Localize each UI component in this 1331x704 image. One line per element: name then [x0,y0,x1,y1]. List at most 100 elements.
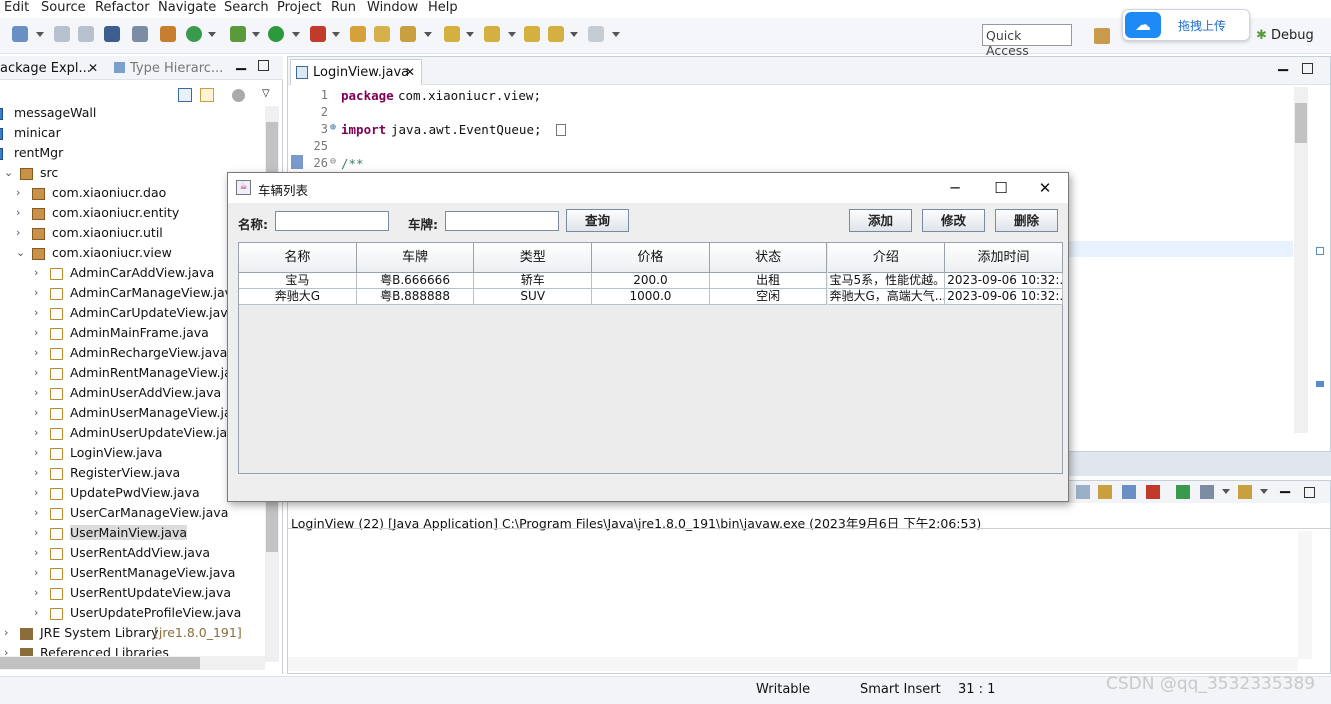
console-horizontal-scrollbar[interactable] [288,657,1298,671]
chevron-right-icon[interactable]: › [34,326,38,339]
back-dropdown-icon[interactable] [570,32,578,37]
terminal-icon[interactable] [104,26,120,42]
menu-refactor[interactable]: Refactor [95,0,150,15]
tab-type-hierarchy[interactable]: Type Hierarc... [130,61,223,76]
code-line[interactable]: 25 [288,139,1288,156]
last-edit-icon[interactable] [524,26,540,42]
maximize-icon[interactable]: ☐ [978,173,1024,203]
maximize-icon[interactable] [1304,487,1315,498]
prev-annotation-icon[interactable] [484,26,500,42]
horizontal-scrollbar-thumb[interactable] [0,657,200,669]
edit-button[interactable]: 修改 [922,209,985,232]
editor-vertical-scrollbar[interactable] [1294,87,1308,433]
code-line[interactable]: 26 ⊖ /** [288,156,1288,173]
menu-search[interactable]: Search [224,0,269,15]
save-all-icon[interactable] [78,26,94,42]
view-menu-icon[interactable]: ▽ [262,88,270,99]
chevron-right-icon[interactable]: › [4,626,8,639]
link-editor-icon[interactable] [200,88,214,102]
new-project-icon[interactable] [160,26,176,42]
upload-widget[interactable]: ☁ 拖拽上传 [1122,9,1250,41]
column-header[interactable]: 介绍 [827,243,946,273]
menu-run[interactable]: Run [331,0,356,15]
fold-collapse-icon[interactable]: ⊖ [330,156,336,167]
menu-help[interactable]: Help [428,0,458,15]
open-type-icon[interactable] [350,26,366,42]
open-perspective-icon[interactable] [1094,28,1110,44]
column-header[interactable]: 车牌 [356,243,475,273]
new-dropdown-icon[interactable] [36,32,44,37]
chevron-right-icon[interactable]: › [34,426,38,439]
pen-dropdown-icon[interactable] [424,32,432,37]
debug-dropdown-icon[interactable] [252,32,260,37]
chevron-right-icon[interactable]: › [34,306,38,319]
chevron-right-icon[interactable]: › [34,266,38,279]
minimize-icon[interactable]: ▁ [236,56,246,71]
code-line[interactable]: 2 [288,105,1288,122]
minimize-icon[interactable]: ▁ [1280,479,1290,494]
debug-bug-icon[interactable] [230,26,246,42]
code-line[interactable]: 3 ⊕ import java.awt.EventQueue; [288,122,1288,139]
menu-edit[interactable]: Edit [4,0,29,15]
tab-package-explorer[interactable]: ackage Expl... [0,61,91,76]
chevron-right-icon[interactable]: › [34,406,38,419]
chevron-right-icon[interactable]: › [16,186,20,199]
folded-block-icon[interactable] [556,124,566,136]
chevron-right-icon[interactable]: › [16,226,20,239]
external-tools-icon[interactable] [310,26,326,42]
close-icon[interactable]: ✕ [405,65,415,79]
chevron-down-icon[interactable]: ⌄ [4,166,13,179]
filter-icon[interactable] [232,89,245,102]
pen-icon[interactable] [400,26,416,42]
chevron-right-icon[interactable]: › [34,506,38,519]
run-dropdown-icon[interactable] [292,32,300,37]
delete-button[interactable]: 删除 [995,209,1058,232]
chevron-right-icon[interactable]: › [34,346,38,359]
chevron-right-icon[interactable]: › [34,526,38,539]
open-folder-icon[interactable] [374,26,390,42]
forward-icon[interactable] [588,26,604,42]
refresh-dropdown-icon[interactable] [208,32,216,37]
code-line[interactable]: 1 package com.xiaoniucr.view; [288,88,1288,105]
open-console-icon[interactable] [1238,485,1252,499]
add-button[interactable]: 添加 [849,209,912,232]
display-console-icon[interactable] [1200,485,1214,499]
query-button[interactable]: 查询 [566,209,629,232]
chevron-right-icon[interactable]: › [34,566,38,579]
terminate-icon[interactable] [1076,485,1090,499]
close-icon[interactable]: ✕ [1022,173,1068,203]
minimize-icon[interactable]: ▁ [1278,57,1288,72]
clear-console-icon[interactable] [1122,485,1136,499]
chevron-right-icon[interactable]: › [34,546,38,559]
column-header[interactable]: 类型 [474,243,593,273]
maximize-icon[interactable] [1302,63,1313,74]
collapse-all-icon[interactable] [178,88,192,102]
save-icon[interactable] [54,26,70,42]
chevron-right-icon[interactable]: › [16,206,20,219]
scrollbar-thumb[interactable] [1295,103,1307,143]
chevron-right-icon[interactable]: › [34,286,38,299]
overview-marker[interactable] [1316,381,1324,387]
chevron-right-icon[interactable]: › [34,386,38,399]
display-console-dropdown-icon[interactable] [1222,489,1230,494]
pin-console-icon[interactable] [1176,485,1190,499]
quick-access-input[interactable]: Quick Access [982,24,1072,58]
debug-perspective-button[interactable]: ✱ Debug [1256,28,1314,43]
chevron-right-icon[interactable]: › [34,486,38,499]
back-icon[interactable] [548,26,564,42]
external-tools-dropdown-icon[interactable] [332,32,340,37]
menu-window[interactable]: Window [367,0,418,15]
maximize-icon[interactable] [258,60,269,71]
column-header[interactable]: 名称 [239,243,357,273]
run-icon[interactable] [268,26,284,42]
next-annotation-icon[interactable] [444,26,460,42]
fold-expand-icon[interactable]: ⊕ [330,122,336,133]
overview-marker[interactable] [1316,247,1324,255]
name-input[interactable] [275,211,389,231]
next-annotation-dropdown-icon[interactable] [466,32,474,37]
new-icon[interactable] [12,26,28,42]
menu-source[interactable]: Source [41,0,86,15]
minimize-icon[interactable]: ─ [932,173,978,203]
refresh-icon[interactable] [186,26,202,42]
plate-input[interactable] [445,211,559,231]
